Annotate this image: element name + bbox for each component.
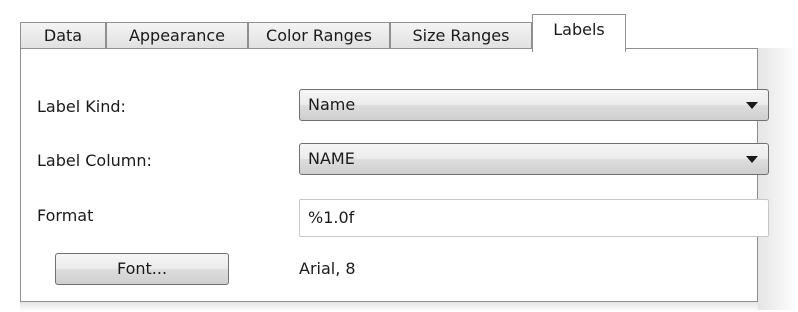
tab-size-ranges[interactable]: Size Ranges	[390, 22, 532, 48]
tab-strip: Data Appearance Color Ranges Size Ranges…	[20, 14, 760, 52]
chevron-down-icon	[746, 102, 758, 109]
format-label: Format	[37, 206, 94, 225]
font-value: Arial, 8	[299, 259, 356, 278]
label-column-value: NAME	[308, 149, 355, 168]
tab-labels[interactable]: Labels	[532, 14, 626, 52]
label-column-label: Label Column:	[37, 151, 152, 170]
labels-dialog: Data Appearance Color Ranges Size Ranges…	[0, 0, 798, 312]
label-column-dropdown[interactable]: NAME	[299, 143, 769, 175]
chevron-down-icon	[746, 156, 758, 163]
label-kind-value: Name	[308, 95, 356, 114]
font-button[interactable]: Font...	[55, 253, 229, 285]
panel-shadow	[758, 48, 798, 310]
tab-appearance[interactable]: Appearance	[106, 22, 248, 48]
format-input[interactable]: %1.0f	[299, 199, 769, 237]
panel-shadow	[20, 302, 758, 312]
label-kind-label: Label Kind:	[37, 97, 126, 116]
label-kind-dropdown[interactable]: Name	[299, 89, 769, 121]
tab-data[interactable]: Data	[20, 22, 106, 48]
tab-color-ranges[interactable]: Color Ranges	[248, 22, 390, 48]
labels-panel: Label Kind: Name Label Column: NAME Form…	[20, 48, 769, 302]
